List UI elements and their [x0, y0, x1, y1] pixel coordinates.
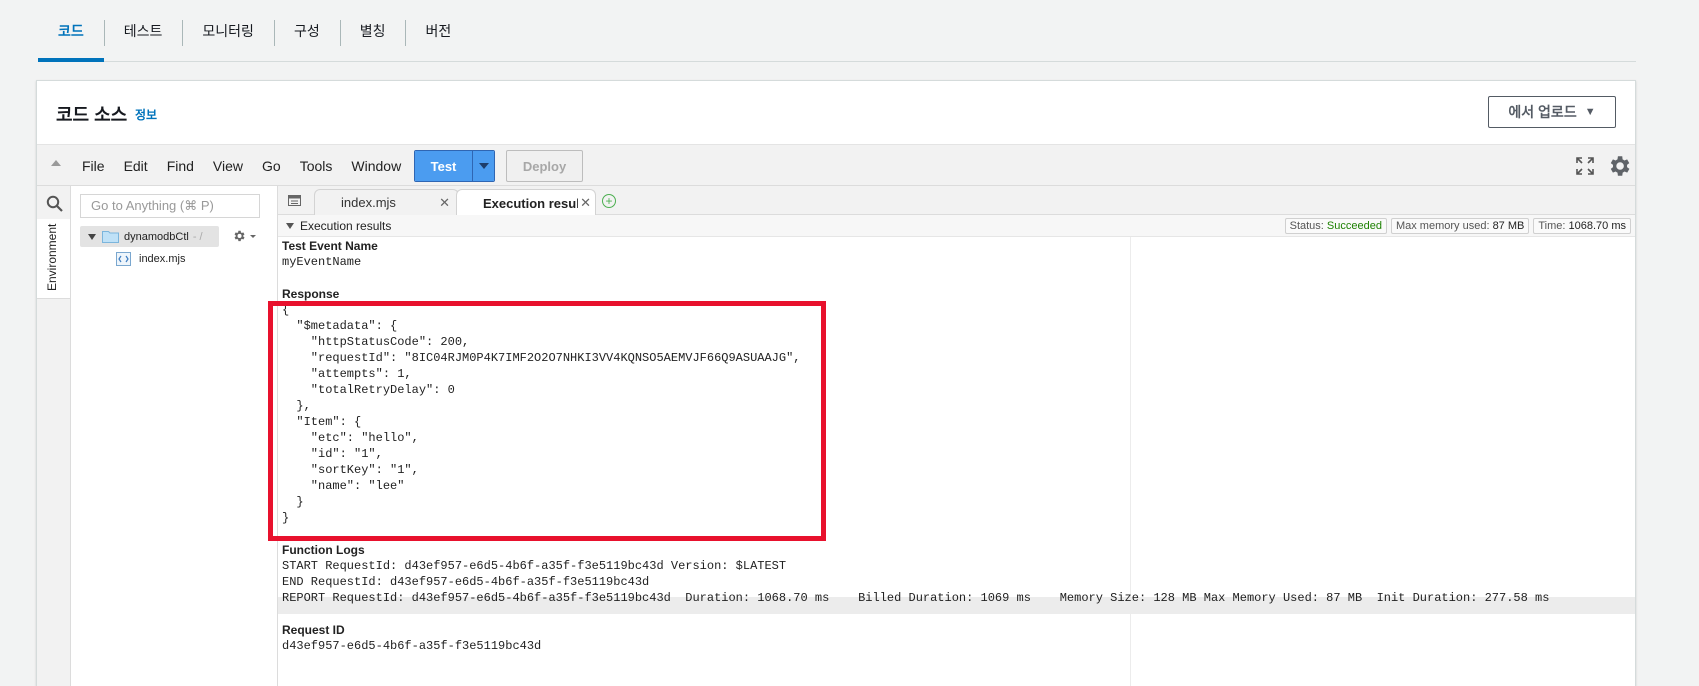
execution-results-toggle[interactable]: Execution results — [286, 219, 391, 233]
tab-aliases[interactable]: 별칭 — [339, 0, 406, 61]
folder-path-suffix: - / — [192, 230, 203, 243]
editor-tab-bar: index.mjs ✕ Execution results ✕ + — [278, 186, 1635, 216]
file-name: index.mjs — [139, 253, 186, 265]
collapse-triangle-icon — [286, 223, 294, 229]
folder-name: dynamodbCtl — [124, 230, 189, 243]
status-badge: Status: Succeeded — [1284, 218, 1387, 234]
collapse-up-icon[interactable] — [51, 160, 61, 166]
file-row-index-mjs[interactable]: index.mjs — [116, 250, 185, 268]
log-line: START RequestId: d43ef957-e6d5-4b6f-a35f… — [282, 559, 787, 573]
panel-title: 코드 소스 — [56, 105, 128, 125]
time-value: 1068.70 ms — [1568, 220, 1626, 232]
ide-menubar: File Edit Find View Go Tools Window Test… — [37, 144, 1635, 187]
menu-find[interactable]: Find — [167, 158, 194, 174]
file-tree: Go to Anything (⌘ P) dynamodbCtl - / ind… — [71, 186, 278, 686]
response-heading: Response — [282, 287, 340, 301]
folder-row[interactable]: dynamodbCtl - / — [80, 226, 219, 247]
menu-window[interactable]: Window — [351, 158, 401, 174]
status-value: Succeeded — [1326, 220, 1382, 232]
tab-test[interactable]: 테스트 — [103, 0, 183, 61]
execution-results-bar: Execution results Status: Succeeded Max … — [278, 215, 1635, 237]
function-logs-heading: Function Logs — [282, 543, 365, 557]
request-id-value: d43ef957-e6d5-4b6f-a35f-f3e5119bc43d — [282, 639, 542, 653]
execution-results-title: Execution results — [300, 219, 392, 233]
folder-icon — [102, 231, 119, 243]
environment-tab[interactable]: Environment — [37, 219, 70, 299]
deploy-button[interactable]: Deploy — [506, 150, 583, 182]
ide-menu: File Edit Find View Go Tools Window — [82, 145, 420, 187]
info-link[interactable]: 정보 — [135, 106, 157, 123]
test-event-value: myEventName — [282, 255, 362, 269]
caret-down-icon: ▼ — [1584, 106, 1596, 118]
fullscreen-icon[interactable] — [1575, 156, 1595, 176]
execution-stats: Status: Succeeded Max memory used: 87 MB… — [1284, 218, 1631, 234]
expand-triangle-icon — [88, 233, 96, 240]
tree-settings-gear-icon[interactable] — [231, 228, 257, 244]
caret-down-icon — [478, 163, 489, 169]
search-icon[interactable] — [46, 195, 64, 213]
tab-list-icon[interactable] — [288, 195, 301, 206]
test-button-group: Test — [414, 150, 495, 182]
test-button[interactable]: Test — [415, 151, 472, 181]
menu-edit[interactable]: Edit — [124, 158, 148, 174]
close-icon[interactable]: ✕ — [439, 195, 450, 211]
test-dropdown-button[interactable] — [472, 151, 494, 181]
tab-configuration[interactable]: 구성 — [273, 0, 340, 61]
panel-header: 코드 소스 정보 에서 업로드 ▼ — [37, 81, 1635, 144]
memory-value: 87 MB — [1492, 220, 1525, 232]
tab-versions[interactable]: 버전 — [405, 0, 471, 61]
editor-tab-execution-results[interactable]: Execution results ✕ — [456, 189, 596, 216]
code-file-icon — [116, 252, 131, 266]
menu-tools[interactable]: Tools — [300, 158, 333, 174]
response-highlight-box — [268, 301, 826, 541]
upload-from-label: 에서 업로드 — [1508, 104, 1577, 120]
tab-monitoring[interactable]: 모니터링 — [182, 0, 274, 61]
upload-from-button[interactable]: 에서 업로드 ▼ — [1488, 96, 1616, 128]
add-tab-icon[interactable]: + — [602, 194, 616, 208]
environment-label: Environment — [45, 223, 59, 291]
test-event-heading: Test Event Name — [282, 239, 378, 253]
settings-gear-icon[interactable] — [1606, 153, 1632, 179]
menu-file[interactable]: File — [82, 158, 105, 174]
memory-badge: Max memory used: 87 MB — [1390, 218, 1530, 234]
tab-code[interactable]: 코드 — [38, 0, 104, 62]
log-line: REPORT RequestId: d43ef957-e6d5-4b6f-a35… — [282, 591, 1550, 605]
time-badge: Time: 1068.70 ms — [1533, 218, 1631, 234]
menu-view[interactable]: View — [213, 158, 243, 174]
editor-tab-label: index.mjs — [341, 195, 396, 210]
close-icon[interactable]: ✕ — [578, 195, 591, 211]
editor-tab-label: Execution results — [483, 195, 592, 211]
go-to-anything-input[interactable]: Go to Anything (⌘ P) — [80, 194, 260, 218]
function-tabs: 코드 테스트 모니터링 구성 별칭 버전 — [38, 0, 1636, 62]
request-id-heading: Request ID — [282, 623, 345, 637]
editor-tab-index-mjs[interactable]: index.mjs ✕ — [314, 189, 459, 215]
environment-strip: Environment — [37, 186, 71, 686]
log-line: END RequestId: d43ef957-e6d5-4b6f-a35f-f… — [282, 575, 650, 589]
menu-go[interactable]: Go — [262, 158, 281, 174]
